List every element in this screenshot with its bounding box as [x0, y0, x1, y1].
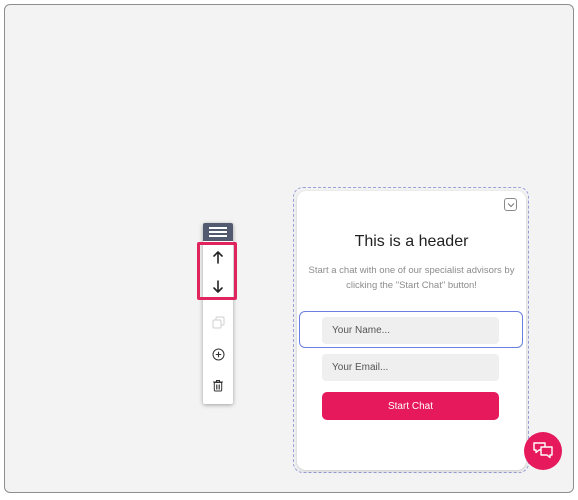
collapse-button[interactable]: [504, 198, 517, 211]
add-block-button[interactable]: [203, 340, 233, 368]
delete-button[interactable]: [203, 371, 233, 399]
duplicate-button[interactable]: [203, 308, 233, 336]
chat-widget: This is a header Start a chat with one o…: [297, 191, 526, 470]
widget-header: This is a header: [354, 233, 469, 250]
email-input[interactable]: Your Email...: [322, 354, 499, 381]
arrow-up-icon: [213, 251, 223, 264]
drag-handle-icon[interactable]: [203, 223, 233, 241]
trash-icon: [213, 379, 223, 391]
add-circle-icon: [212, 348, 224, 360]
widget-subtext: Start a chat with one of our specialist …: [308, 265, 515, 291]
block-toolbar: [203, 223, 233, 404]
name-input[interactable]: Your Name...: [322, 317, 499, 344]
copy-icon: [212, 316, 224, 328]
chat-launcher-button[interactable]: [524, 432, 562, 470]
arrow-down-icon: [213, 280, 223, 293]
start-chat-button[interactable]: Start Chat: [322, 392, 499, 420]
move-down-button[interactable]: [203, 273, 233, 301]
chat-bubbles-icon: [533, 442, 553, 459]
chevron-down-icon: [507, 202, 514, 207]
move-up-button[interactable]: [203, 243, 233, 271]
